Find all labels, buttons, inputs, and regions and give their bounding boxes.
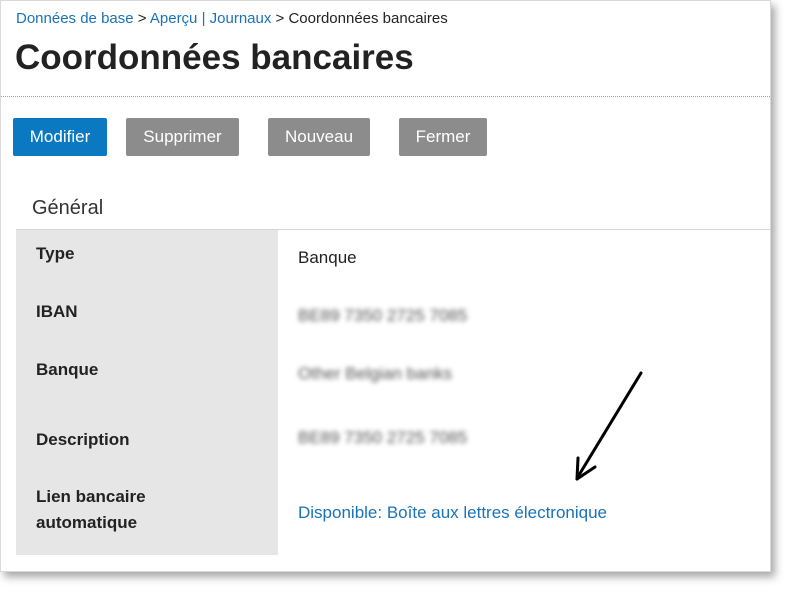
breadcrumb: Données de base > Aperçu | Journaux > Co…	[16, 10, 448, 27]
breadcrumb-separator: >	[271, 10, 289, 27]
auto-bank-link-value[interactable]: Disponible: Boîte aux lettres électroniq…	[298, 503, 607, 523]
breadcrumb-current: Coordonnées bancaires	[288, 10, 448, 27]
delete-button[interactable]: Supprimer	[126, 118, 239, 156]
field-label-bank: Banque	[36, 360, 99, 379]
field-label-type: Type	[36, 244, 75, 263]
field-label-line: automatique	[36, 513, 138, 532]
bank-details-panel: Données de base > Aperçu | Journaux > Co…	[0, 0, 771, 572]
field-value-type: Banque	[298, 248, 357, 267]
field-value-iban: BE89 7350 2725 7085	[298, 306, 468, 325]
field-label-iban: IBAN	[36, 302, 78, 321]
section-title-general: Général	[32, 197, 104, 219]
modify-button[interactable]: Modifier	[13, 118, 107, 156]
field-value-description: BE89 7350 2725 7085	[298, 428, 468, 447]
page-title: Coordonnées bancaires	[15, 38, 414, 77]
field-value-bank: Other Belgian banks	[298, 364, 453, 383]
breadcrumb-link-overview-journals[interactable]: Aperçu | Journaux	[150, 10, 271, 27]
field-label-description: Description	[36, 430, 130, 449]
arrow-annotation-icon	[575, 371, 643, 481]
title-divider	[1, 96, 770, 97]
breadcrumb-separator: >	[133, 10, 150, 27]
close-button[interactable]: Fermer	[399, 118, 487, 156]
field-label-line: Lien bancaire	[36, 487, 146, 506]
new-button[interactable]: Nouveau	[268, 118, 370, 156]
breadcrumb-link-master-data[interactable]: Données de base	[16, 10, 134, 27]
field-label-auto-bank-link: Lien bancaire automatique	[36, 484, 146, 536]
